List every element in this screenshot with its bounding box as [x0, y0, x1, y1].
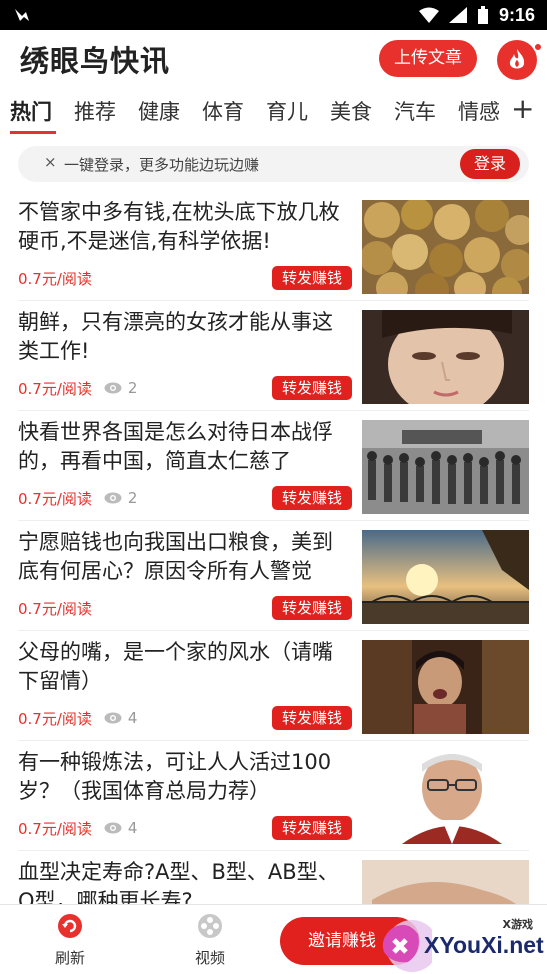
- watermark-tag: X游戏: [502, 918, 533, 931]
- news-title[interactable]: 父母的嘴，是一个家的风水（请嘴下留情）: [18, 638, 350, 696]
- video-reel-icon: [198, 914, 222, 938]
- news-title[interactable]: 不管家中多有钱,在枕头底下放几枚硬币,不是迷信,有科学依据!: [18, 198, 350, 256]
- news-thumbnail-girl[interactable]: [362, 310, 529, 404]
- app-header: 绣眼鸟快讯 上传文章: [0, 30, 547, 86]
- tab-food[interactable]: 美食: [330, 96, 372, 126]
- tab-hot[interactable]: 热门: [10, 96, 52, 126]
- news-title[interactable]: 有一种锻炼法，可让人人活过100岁？（我国体育总局力荐）: [18, 748, 350, 806]
- refresh-tab[interactable]: 刷新: [40, 913, 100, 968]
- news-meta: 0.7元/阅读 2: [18, 486, 137, 510]
- news-views: 4: [104, 819, 138, 837]
- news-thumbnail-elder[interactable]: [362, 750, 529, 844]
- notification-dot: [533, 42, 543, 52]
- login-button[interactable]: 登录: [460, 149, 520, 179]
- hot-fire-button[interactable]: [497, 40, 537, 80]
- active-tab-indicator: [10, 131, 56, 134]
- gamepad-logo-icon: [382, 920, 432, 972]
- fire-icon: [509, 49, 525, 69]
- login-prompt-text: 一键登录，更多功能边玩边赚: [64, 156, 260, 174]
- news-thumbnail-soldiers[interactable]: [362, 420, 529, 514]
- status-bar: 9:16: [0, 0, 547, 30]
- news-views: 2: [104, 489, 138, 507]
- news-price: 0.7元/阅读: [18, 269, 92, 288]
- video-tab[interactable]: 视频: [180, 913, 240, 968]
- news-item[interactable]: 朝鲜，只有漂亮的女孩才能从事这类工作! 0.7元/阅读 2 转发赚钱: [0, 300, 547, 411]
- news-item[interactable]: 有一种锻炼法，可让人人活过100岁？（我国体育总局力荐） 0.7元/阅读 4 转…: [0, 740, 547, 851]
- news-views-count: 4: [127, 819, 138, 837]
- news-views-count: 4: [127, 709, 138, 727]
- share-earn-button[interactable]: 转发赚钱: [272, 376, 352, 400]
- news-price: 0.7元/阅读: [18, 819, 92, 838]
- news-views-count: 2: [127, 489, 138, 507]
- news-meta: 0.7元/阅读 4: [18, 816, 137, 840]
- news-title[interactable]: 快看世界各国是怎么对待日本战俘的，再看中国，简直太仁慈了: [18, 418, 350, 476]
- news-price: 0.7元/阅读: [18, 379, 92, 398]
- category-tabs: 热门 推荐 健康 体育 育儿 美食 汽车 情感 +: [0, 88, 547, 134]
- share-earn-button[interactable]: 转发赚钱: [272, 816, 352, 840]
- refresh-icon: [58, 914, 82, 938]
- news-views-count: 2: [127, 379, 138, 397]
- news-views: 4: [104, 709, 138, 727]
- news-meta: 0.7元/阅读: [18, 596, 92, 620]
- tab-cars[interactable]: 汽车: [394, 96, 436, 126]
- tab-emotion[interactable]: 情感: [458, 96, 500, 126]
- news-title[interactable]: 宁愿赔钱也向我国出口粮食，美到底有何居心？原因令所有人警觉: [18, 528, 350, 586]
- site-watermark: X游戏 XYouXi.net: [372, 908, 547, 974]
- news-meta: 0.7元/阅读 4: [18, 706, 137, 730]
- news-views: 2: [104, 379, 138, 397]
- login-prompt-bar: × 一键登录，更多功能边玩边赚 登录: [18, 146, 529, 182]
- refresh-label: 刷新: [54, 949, 85, 967]
- video-label: 视频: [194, 949, 225, 967]
- share-earn-button[interactable]: 转发赚钱: [272, 486, 352, 510]
- app-title: 绣眼鸟快讯: [20, 44, 171, 78]
- share-earn-button[interactable]: 转发赚钱: [272, 266, 352, 290]
- signal-icon: [448, 7, 467, 23]
- eye-icon: [104, 382, 122, 394]
- news-item[interactable]: 宁愿赔钱也向我国出口粮食，美到底有何居心？原因令所有人警觉 0.7元/阅读 转发…: [0, 520, 547, 631]
- news-price: 0.7元/阅读: [18, 599, 92, 618]
- wifi-icon: [418, 7, 439, 23]
- battery-icon: [477, 6, 488, 24]
- news-item[interactable]: 父母的嘴，是一个家的风水（请嘴下留情） 0.7元/阅读 4 转发赚钱: [0, 630, 547, 741]
- news-price: 0.7元/阅读: [18, 489, 92, 508]
- notification-bird-icon: [15, 9, 29, 21]
- news-item[interactable]: 快看世界各国是怎么对待日本战俘的，再看中国，简直太仁慈了 0.7元/阅读 2 转…: [0, 410, 547, 521]
- eye-icon: [104, 712, 122, 724]
- share-earn-button[interactable]: 转发赚钱: [272, 706, 352, 730]
- news-meta: 0.7元/阅读: [18, 266, 92, 290]
- tab-sports[interactable]: 体育: [202, 96, 244, 126]
- news-meta: 0.7元/阅读 2: [18, 376, 137, 400]
- news-thumbnail-mother[interactable]: [362, 640, 529, 734]
- news-thumbnail-coins[interactable]: [362, 200, 529, 294]
- news-item[interactable]: 不管家中多有钱,在枕头底下放几枚硬币,不是迷信,有科学依据! 0.7元/阅读 转…: [0, 190, 547, 301]
- tab-parenting[interactable]: 育儿: [266, 96, 308, 126]
- tab-health[interactable]: 健康: [138, 96, 180, 126]
- news-thumbnail-grain[interactable]: [362, 530, 529, 624]
- news-title[interactable]: 朝鲜，只有漂亮的女孩才能从事这类工作!: [18, 308, 350, 366]
- watermark-text: XYouXi.net: [424, 932, 544, 958]
- tab-recommend[interactable]: 推荐: [74, 96, 116, 126]
- add-tab-button[interactable]: +: [511, 92, 534, 125]
- news-price: 0.7元/阅读: [18, 709, 92, 728]
- eye-icon: [104, 822, 122, 834]
- eye-icon: [104, 492, 122, 504]
- status-time: 9:16: [498, 4, 535, 25]
- upload-article-button[interactable]: 上传文章: [379, 40, 477, 77]
- close-icon[interactable]: ×: [44, 153, 57, 171]
- share-earn-button[interactable]: 转发赚钱: [272, 596, 352, 620]
